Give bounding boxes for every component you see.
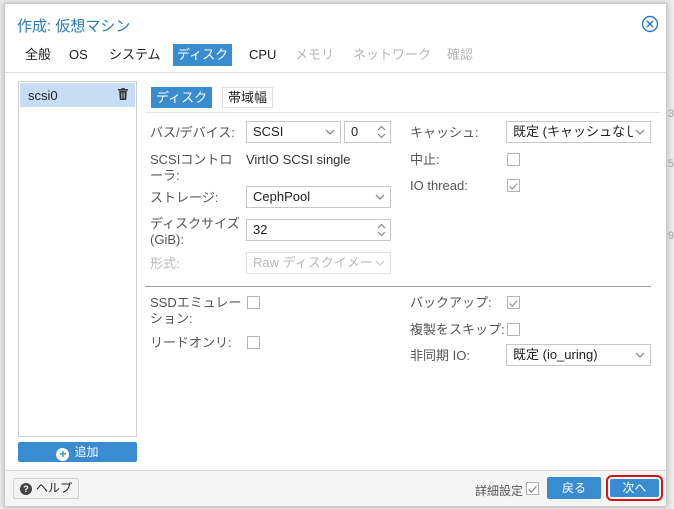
discard-label: 中止: [410, 152, 440, 167]
background-fragment: 3 [667, 108, 674, 120]
skip-replication-label: 複製をスキップ: [410, 322, 505, 337]
iothread-checkbox[interactable] [507, 179, 520, 192]
tab-disk[interactable]: ディスク [173, 44, 233, 66]
cache-select[interactable]: 既定 (キャッシュなし) [506, 121, 651, 143]
chevron-down-icon [633, 345, 647, 365]
bus-select-value: SCSI [253, 124, 284, 139]
chevron-down-icon [633, 122, 647, 142]
disk-size-label: ディスクサイズ (GiB): [150, 216, 240, 247]
advanced-checkbox[interactable] [526, 482, 539, 495]
scsi-controller-value: VirtIO SCSI single [246, 152, 351, 167]
discard-checkbox[interactable] [507, 153, 520, 166]
wizard-tabs: 全般 OS システム ディスク CPU メモリ ネットワーク 確認 [5, 44, 666, 68]
chevron-down-icon [373, 253, 387, 273]
iothread-label: IO thread: [410, 178, 468, 193]
title-bar: 作成: 仮想マシン [5, 4, 666, 42]
format-select: Raw ディスクイメージ [246, 252, 391, 274]
close-icon[interactable] [641, 15, 659, 33]
back-button[interactable]: 戻る [547, 477, 601, 499]
tab-memory: メモリ [295, 47, 335, 62]
create-vm-dialog: 作成: 仮想マシン 全般 OS システム ディスク CPU メモリ ネットワーク… [4, 3, 667, 507]
device-index-value: 0 [351, 124, 359, 139]
checkmark-icon [528, 486, 537, 493]
bus-select[interactable]: SCSI [246, 121, 341, 143]
checkmark-icon [509, 300, 518, 307]
format-label: 形式: [150, 256, 180, 271]
background-fragment: 5 [667, 158, 674, 170]
readonly-checkbox[interactable] [247, 336, 260, 349]
chevron-down-icon [323, 122, 337, 142]
tab-general[interactable]: 全般 [21, 44, 55, 66]
cache-select-value: 既定 (キャッシュなし) [513, 124, 643, 139]
ssd-emulation-checkbox[interactable] [247, 296, 260, 309]
subtab-disk[interactable]: ディスク [151, 87, 213, 108]
format-select-value: Raw ディスクイメージ [253, 255, 386, 270]
section-divider [145, 286, 651, 287]
trash-icon[interactable] [118, 88, 128, 100]
add-disk-button[interactable]: + 追加 [18, 442, 137, 462]
background-fragment: 9 [667, 230, 674, 242]
add-disk-label: 追加 [74, 445, 99, 459]
backup-checkbox[interactable] [507, 296, 520, 309]
tab-network: ネットワーク [353, 47, 432, 62]
tab-system[interactable]: システム [105, 44, 165, 66]
tab-divider [5, 72, 666, 73]
scsi-controller-label: SCSIコントローラ: [150, 152, 233, 183]
dialog-title: 作成: 仮想マシン [17, 18, 131, 35]
readonly-label: リードオンリ: [150, 335, 232, 350]
async-io-select[interactable]: 既定 (io_uring) [506, 344, 651, 366]
tab-cpu[interactable]: CPU [245, 44, 280, 66]
skip-replication-checkbox[interactable] [507, 323, 520, 336]
subtab-bandwidth[interactable]: 帯域幅 [222, 87, 274, 108]
disk-size-spinner[interactable]: 32 [246, 219, 391, 241]
tab-os[interactable]: OS [65, 44, 92, 66]
subtab-divider [145, 112, 660, 113]
dialog-footer: ? ヘルプ 詳細設定 戻る 次へ [5, 470, 666, 506]
help-button-label: ヘルプ [36, 481, 73, 495]
device-index-spinner[interactable]: 0 [344, 121, 391, 143]
help-button[interactable]: ? ヘルプ [13, 478, 79, 499]
ssd-emulation-label: SSDエミュレーション: [150, 295, 242, 326]
cache-label: キャッシュ: [410, 125, 479, 140]
backup-label: バックアップ: [410, 295, 492, 310]
tab-confirm: 確認 [447, 47, 474, 62]
storage-select[interactable]: CephPool [246, 186, 391, 208]
next-button-highlight: 次へ [606, 475, 663, 501]
disk-list-item-label: scsi0 [28, 88, 58, 103]
storage-label: ストレージ: [150, 190, 219, 205]
disk-list-item[interactable]: scsi0 [20, 83, 135, 107]
spinner-arrows-icon[interactable] [376, 221, 387, 239]
bus-device-label: バス/デバイス: [150, 125, 235, 140]
checkmark-icon [509, 183, 518, 190]
chevron-down-icon [373, 187, 387, 207]
storage-select-value: CephPool [253, 189, 311, 204]
async-io-label: 非同期 IO: [410, 348, 470, 363]
disk-size-value: 32 [253, 222, 268, 237]
question-icon: ? [20, 483, 32, 495]
plus-icon: + [56, 448, 70, 461]
spinner-arrows-icon[interactable] [376, 123, 387, 141]
advanced-label: 詳細設定 [475, 484, 524, 498]
next-button[interactable]: 次へ [610, 479, 659, 497]
async-io-select-value: 既定 (io_uring) [513, 347, 598, 362]
disk-list: scsi0 [18, 81, 137, 437]
